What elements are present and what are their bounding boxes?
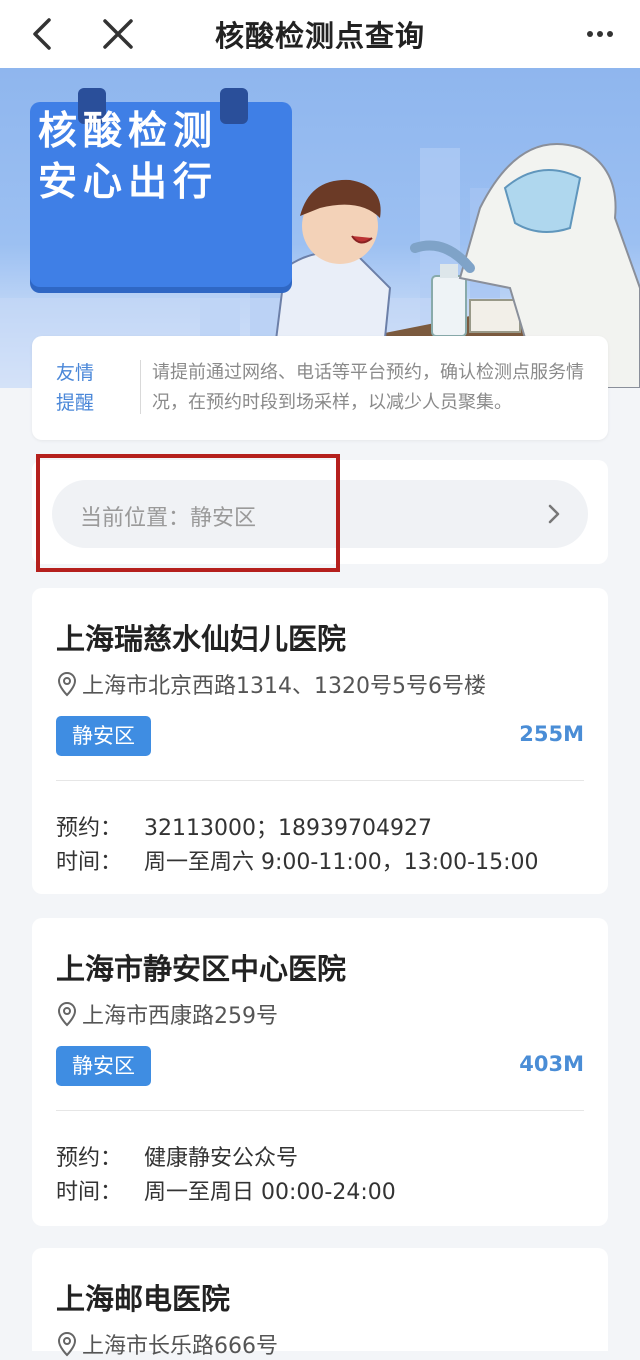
hours-key: 时间： (56, 1180, 123, 1205)
hours-row: 时间： 周一至周六 9:00-11:00，13:00-15:00 (56, 844, 538, 876)
distance-label: 403M (519, 1052, 584, 1076)
top-nav-bar: 核酸检测点查询 (0, 0, 640, 68)
booking-row: 预约： 32113000；18939704927 (56, 810, 432, 842)
slogan-line-2: 安心出行 (38, 160, 219, 205)
reminder-tag-line-2: 提醒 (56, 392, 95, 414)
hospital-name: 上海邮电医院 (56, 1282, 231, 1316)
booking-value[interactable]: 32113000；18939704927 (144, 810, 432, 842)
slogan-line-1: 核酸检测 (38, 109, 219, 154)
hours-key: 时间： (56, 850, 123, 875)
location-pin-icon (57, 1001, 77, 1027)
location-pin-icon (57, 671, 77, 697)
district-badge: 静安区 (56, 716, 151, 756)
hospital-card[interactable]: 上海市静安区中心医院 上海市西康路259号 静安区 403M 预约： 健康静安公… (32, 918, 608, 1226)
district-badge: 静安区 (56, 1046, 151, 1086)
booking-value: 健康静安公众号 (144, 1146, 299, 1171)
hospital-card[interactable]: 上海瑞慈水仙妇儿医院 上海市北京西路1314、1320号5号6号楼 静安区 25… (32, 588, 608, 894)
divider (56, 780, 584, 781)
reminder-tag: 友情 提醒 (56, 358, 104, 418)
address-row: 上海市北京西路1314、1320号5号6号楼 (56, 668, 486, 700)
more-options-icon[interactable] (580, 14, 620, 54)
close-icon[interactable] (98, 14, 138, 54)
hospital-name: 上海瑞慈水仙妇儿医院 (56, 622, 347, 656)
booking-row: 预约： 健康静安公众号 (56, 1140, 298, 1172)
slogan-text: 核酸检测 安心出行 (38, 106, 258, 208)
distance-label: 255M (519, 722, 584, 746)
highlight-annotation-box (36, 454, 340, 572)
hospital-address: 上海市长乐路666号 (82, 1334, 278, 1359)
address-row: 上海市西康路259号 (56, 998, 278, 1030)
chevron-right-icon (542, 502, 566, 526)
reminder-text: 请提前通过网络、电话等平台预约，确认检测点服务情况，在预约时段到场采样，以减少人… (152, 362, 584, 413)
hours-row: 时间： 周一至周日 00:00-24:00 (56, 1174, 396, 1206)
hours-value: 周一至周六 9:00-11:00，13:00-15:00 (144, 850, 539, 875)
page-title: 核酸检测点查询 (214, 19, 425, 53)
hours-value: 周一至周日 00:00-24:00 (144, 1180, 396, 1205)
friendly-reminder-card: 友情 提醒 请提前通过网络、电话等平台预约，确认检测点服务情况，在预约时段到场采… (32, 336, 608, 440)
reminder-tag-line-1: 友情 (56, 362, 95, 384)
divider (56, 1110, 584, 1111)
hospital-address: 上海市北京西路1314、1320号5号6号楼 (82, 674, 486, 699)
booking-key: 预约： (56, 1146, 123, 1171)
hospital-address: 上海市西康路259号 (82, 1004, 278, 1029)
address-row: 上海市长乐路666号 (56, 1328, 278, 1360)
hospital-name: 上海市静安区中心医院 (56, 952, 347, 986)
back-arrow-icon[interactable] (24, 14, 64, 54)
booking-key: 预约： (56, 816, 123, 841)
hospital-card[interactable]: 上海邮电医院 上海市长乐路666号 (32, 1248, 608, 1359)
divider (140, 360, 141, 414)
location-pin-icon (57, 1331, 77, 1357)
